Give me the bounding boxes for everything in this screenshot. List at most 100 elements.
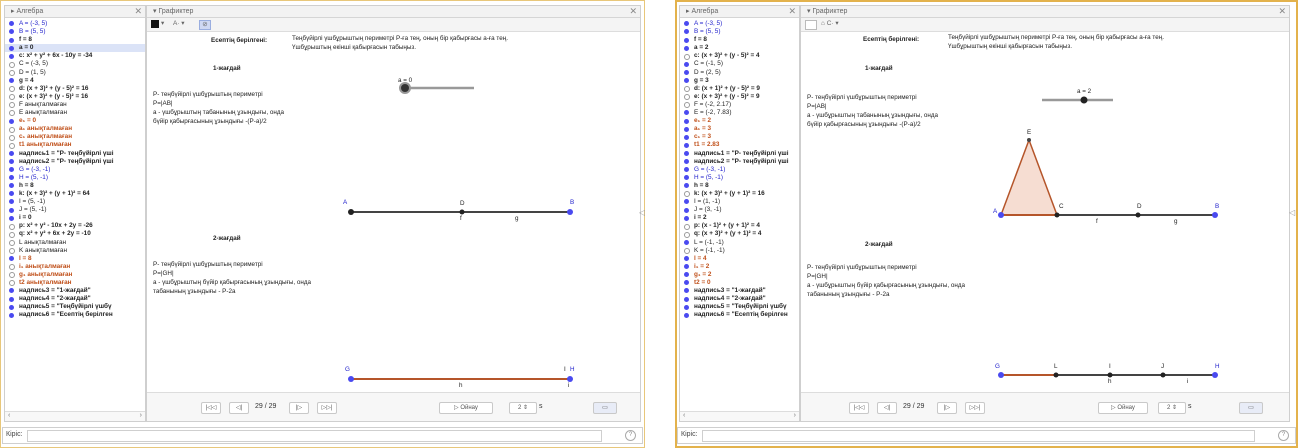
- algebra-item[interactable]: G = (-3, -1): [680, 166, 799, 174]
- algebra-item[interactable]: f = 8: [680, 36, 799, 44]
- visibility-toggle-icon[interactable]: [684, 175, 689, 181]
- visibility-toggle-icon[interactable]: [684, 118, 689, 124]
- algebra-item[interactable]: i = 2: [680, 214, 799, 222]
- visibility-toggle-icon[interactable]: [9, 118, 14, 124]
- visibility-toggle-icon[interactable]: [684, 167, 689, 173]
- algebra-item[interactable]: G = (-3, -1): [5, 166, 145, 174]
- last-step-button[interactable]: ▷▷|: [965, 402, 985, 414]
- visibility-toggle-icon[interactable]: [684, 102, 690, 109]
- visibility-toggle-icon[interactable]: [684, 191, 690, 198]
- visibility-toggle-icon[interactable]: [684, 69, 689, 75]
- algebra-item[interactable]: h = 8: [680, 182, 799, 190]
- visibility-toggle-icon[interactable]: [9, 94, 15, 101]
- visibility-toggle-icon[interactable]: [9, 215, 14, 221]
- algebra-item[interactable]: k: (x + 3)² + (y + 1)² = 16: [680, 190, 799, 198]
- speed-stepper[interactable]: 2 ⇕: [509, 402, 537, 414]
- visibility-toggle-icon[interactable]: [9, 175, 14, 181]
- algebra-item[interactable]: d: (x + 1)² + (y - 5)² = 9: [680, 85, 799, 93]
- algebra-item[interactable]: D = (1, 5): [5, 69, 145, 77]
- visibility-toggle-icon[interactable]: [9, 256, 14, 262]
- visibility-toggle-icon[interactable]: [9, 304, 14, 310]
- visibility-toggle-icon[interactable]: [9, 264, 15, 271]
- algebra-item[interactable]: c: (x + 3)² + (y - 5)² = 4: [680, 52, 799, 60]
- help-icon[interactable]: ?: [1278, 430, 1289, 441]
- algebra-item[interactable]: l = 8: [5, 255, 145, 263]
- text-style-icon[interactable]: A· ▾: [173, 20, 185, 28]
- algebra-item[interactable]: H = (5, -1): [680, 174, 799, 182]
- visibility-toggle-icon[interactable]: [9, 78, 14, 84]
- point-c[interactable]: [348, 209, 354, 215]
- visibility-toggle-icon[interactable]: [9, 312, 14, 318]
- visibility-toggle-icon[interactable]: [9, 191, 14, 197]
- visibility-toggle-icon[interactable]: [684, 61, 689, 67]
- visibility-toggle-icon[interactable]: [9, 61, 15, 68]
- algebra-item[interactable]: g₁ анықталмаған: [5, 271, 145, 279]
- visibility-toggle-icon[interactable]: [9, 21, 14, 27]
- visibility-toggle-icon[interactable]: [684, 37, 689, 43]
- close-icon[interactable]: ✕: [629, 6, 637, 17]
- visibility-toggle-icon[interactable]: [684, 78, 689, 84]
- pin-icon[interactable]: ⊘: [199, 20, 211, 30]
- visibility-toggle-icon[interactable]: [9, 142, 15, 149]
- visibility-toggle-icon[interactable]: [9, 158, 14, 164]
- visibility-toggle-icon[interactable]: [684, 223, 690, 230]
- algebra-item[interactable]: i = 0: [5, 214, 145, 222]
- algebra-item[interactable]: H = (5, -1): [5, 174, 145, 182]
- collapse-arrow-icon[interactable]: ◁: [639, 208, 645, 217]
- visibility-toggle-icon[interactable]: [684, 239, 689, 245]
- visibility-toggle-icon[interactable]: [9, 280, 15, 287]
- visibility-toggle-icon[interactable]: [9, 110, 15, 117]
- slider-knob[interactable]: [1080, 96, 1088, 104]
- algebra-item[interactable]: надпись4 = "2-жағдай": [680, 295, 799, 303]
- algebra-item[interactable]: C = (-1, 5): [680, 60, 799, 68]
- graphics-header[interactable]: ▾ Графиктер ✕: [147, 6, 640, 18]
- graphics-header[interactable]: ▾ Графиктер ✕: [801, 6, 1289, 18]
- visibility-toggle-icon[interactable]: [684, 86, 690, 93]
- visibility-toggle-icon[interactable]: [9, 207, 14, 213]
- algebra-item[interactable]: t1 = 2.83: [680, 141, 799, 149]
- algebra-item[interactable]: E = (-2, 7.83): [680, 109, 799, 117]
- point-h[interactable]: [1212, 372, 1218, 378]
- algebra-item[interactable]: t2 = 0: [680, 279, 799, 287]
- algebra-item[interactable]: e₁ = 0: [5, 117, 145, 125]
- visibility-toggle-icon[interactable]: [9, 199, 14, 205]
- algebra-item[interactable]: g = 3: [680, 77, 799, 85]
- visibility-toggle-icon[interactable]: [9, 126, 15, 133]
- algebra-item[interactable]: D = (2, 5): [680, 69, 799, 77]
- play-button[interactable]: ▷ Ойнау: [439, 402, 493, 414]
- visibility-toggle-icon[interactable]: [684, 45, 689, 51]
- algebra-item[interactable]: a = 2: [680, 44, 799, 52]
- algebra-item[interactable]: надпись6 = "Есептің берілген: [680, 311, 799, 319]
- algebra-item[interactable]: K анықталмаған: [5, 247, 145, 255]
- visibility-toggle-icon[interactable]: [684, 21, 689, 27]
- algebra-item[interactable]: I = (1, -1): [680, 198, 799, 206]
- algebra-item[interactable]: i₁ = 2: [680, 263, 799, 271]
- visibility-toggle-icon[interactable]: [9, 231, 15, 238]
- algebra-item[interactable]: надпись3 = "1-жағдай": [680, 287, 799, 295]
- algebra-item[interactable]: c: x² + y² + 6x - 10y = -34: [5, 52, 145, 60]
- algebra-item[interactable]: f = 8: [5, 36, 145, 44]
- visibility-toggle-icon[interactable]: [684, 304, 689, 310]
- close-icon[interactable]: ✕: [1278, 6, 1286, 17]
- algebra-item[interactable]: J = (3, -1): [680, 206, 799, 214]
- visibility-toggle-icon[interactable]: [684, 110, 689, 116]
- visibility-toggle-icon[interactable]: [684, 94, 690, 101]
- visibility-toggle-icon[interactable]: [9, 248, 15, 255]
- visibility-toggle-icon[interactable]: [9, 296, 14, 302]
- keyboard-icon[interactable]: ▭: [1239, 402, 1263, 414]
- visibility-toggle-icon[interactable]: [684, 134, 689, 140]
- isosceles-triangle[interactable]: [999, 137, 1059, 216]
- visibility-toggle-icon[interactable]: [684, 264, 689, 270]
- algebra-item[interactable]: надпись5 = "Теңбүйірлі үшбү: [5, 303, 145, 311]
- prev-step-button[interactable]: ◁|: [877, 402, 897, 414]
- visibility-toggle-icon[interactable]: [684, 53, 690, 60]
- algebra-item[interactable]: g₁ = 2: [680, 271, 799, 279]
- algebra-item[interactable]: надпись1 = "P- теңбүйірлі үшi: [5, 150, 145, 158]
- point-b[interactable]: [567, 209, 573, 215]
- algebra-item[interactable]: F анықталмаған: [5, 101, 145, 109]
- last-step-button[interactable]: ▷▷|: [317, 402, 337, 414]
- prev-step-button[interactable]: ◁|: [229, 402, 249, 414]
- visibility-toggle-icon[interactable]: [9, 53, 14, 59]
- next-step-button[interactable]: |▷: [289, 402, 309, 414]
- algebra-item[interactable]: K = (-1, -1): [680, 247, 799, 255]
